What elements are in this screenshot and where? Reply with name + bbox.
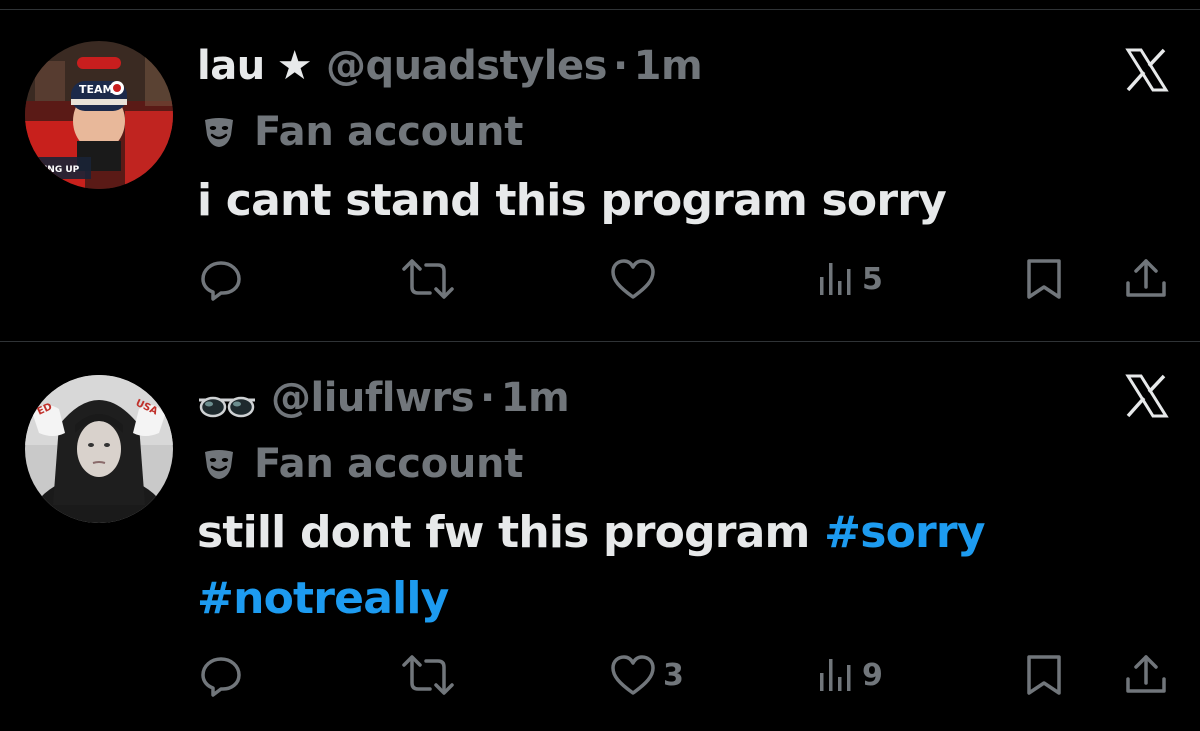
like-button[interactable]: [609, 251, 663, 307]
reply-button[interactable]: [197, 647, 251, 703]
tweet[interactable]: TEAM MING UP lau ★ @quadstyles · 1m Fan …: [0, 10, 1200, 341]
account-label: Fan account: [202, 104, 523, 160]
tweet-text-plain: still dont fw this program: [197, 507, 810, 558]
bookmark-button[interactable]: [1022, 647, 1066, 703]
tweet-actions: 5: [0, 251, 1200, 307]
views-chart-icon: [816, 651, 856, 699]
separator-dot: ·: [480, 375, 495, 421]
avatar[interactable]: TEAM MING UP: [25, 41, 173, 189]
heart-icon: [609, 255, 657, 303]
share-button[interactable]: [1122, 251, 1170, 307]
retweet-button[interactable]: [400, 251, 462, 307]
x-logo-icon[interactable]: [1122, 372, 1170, 420]
reply-button[interactable]: [197, 251, 251, 307]
timestamp[interactable]: 1m: [501, 375, 570, 421]
label-text: Fan account: [254, 109, 524, 155]
tweet-text: still dont fw this program #sorry #notrea…: [197, 500, 1157, 632]
views-button[interactable]: 5: [816, 251, 883, 307]
heart-icon: [609, 651, 657, 699]
star-icon: ★: [276, 43, 313, 89]
sunglasses-emoji-icon: [197, 384, 257, 418]
views-count: 9: [862, 657, 883, 693]
retweet-icon: [400, 651, 456, 699]
display-name[interactable]: lau: [197, 43, 265, 89]
avatar[interactable]: USA ED: [25, 375, 173, 523]
account-label: Fan account: [202, 436, 523, 492]
tweet-header: lau ★ @quadstyles · 1m: [197, 36, 703, 96]
share-icon: [1122, 255, 1170, 303]
avatar-overlay-text: MING UP: [35, 165, 80, 175]
like-count: 3: [663, 657, 684, 693]
bookmark-icon: [1022, 651, 1066, 699]
reply-icon: [197, 255, 245, 303]
handle[interactable]: @liuflwrs: [271, 375, 475, 421]
retweet-button[interactable]: [400, 647, 462, 703]
tweet-text: i cant stand this program sorry: [197, 175, 947, 226]
like-button[interactable]: 3: [609, 647, 684, 703]
views-count: 5: [862, 261, 883, 297]
share-icon: [1122, 651, 1170, 699]
tweet[interactable]: USA ED @liuflwrs · 1m Fan account still …: [0, 342, 1200, 731]
share-button[interactable]: [1122, 647, 1170, 703]
tweet-actions: 3 9: [0, 647, 1200, 703]
retweet-icon: [400, 255, 456, 303]
tweet-header: @liuflwrs · 1m: [197, 368, 570, 428]
timestamp[interactable]: 1m: [634, 43, 703, 89]
label-text: Fan account: [254, 441, 524, 487]
avatar-hat-text: TEAM: [79, 83, 113, 96]
bookmark-button[interactable]: [1022, 251, 1066, 307]
theater-mask-icon: [202, 115, 236, 149]
theater-mask-icon: [202, 447, 236, 481]
hashtag-link[interactable]: #sorry: [824, 507, 985, 558]
reply-icon: [197, 651, 245, 699]
separator-dot: ·: [612, 43, 628, 89]
views-chart-icon: [816, 255, 856, 303]
bookmark-icon: [1022, 255, 1066, 303]
views-button[interactable]: 9: [816, 647, 883, 703]
hashtag-link[interactable]: #notreally: [197, 573, 449, 624]
x-logo-icon[interactable]: [1122, 46, 1170, 94]
handle[interactable]: @quadstyles: [326, 43, 607, 89]
